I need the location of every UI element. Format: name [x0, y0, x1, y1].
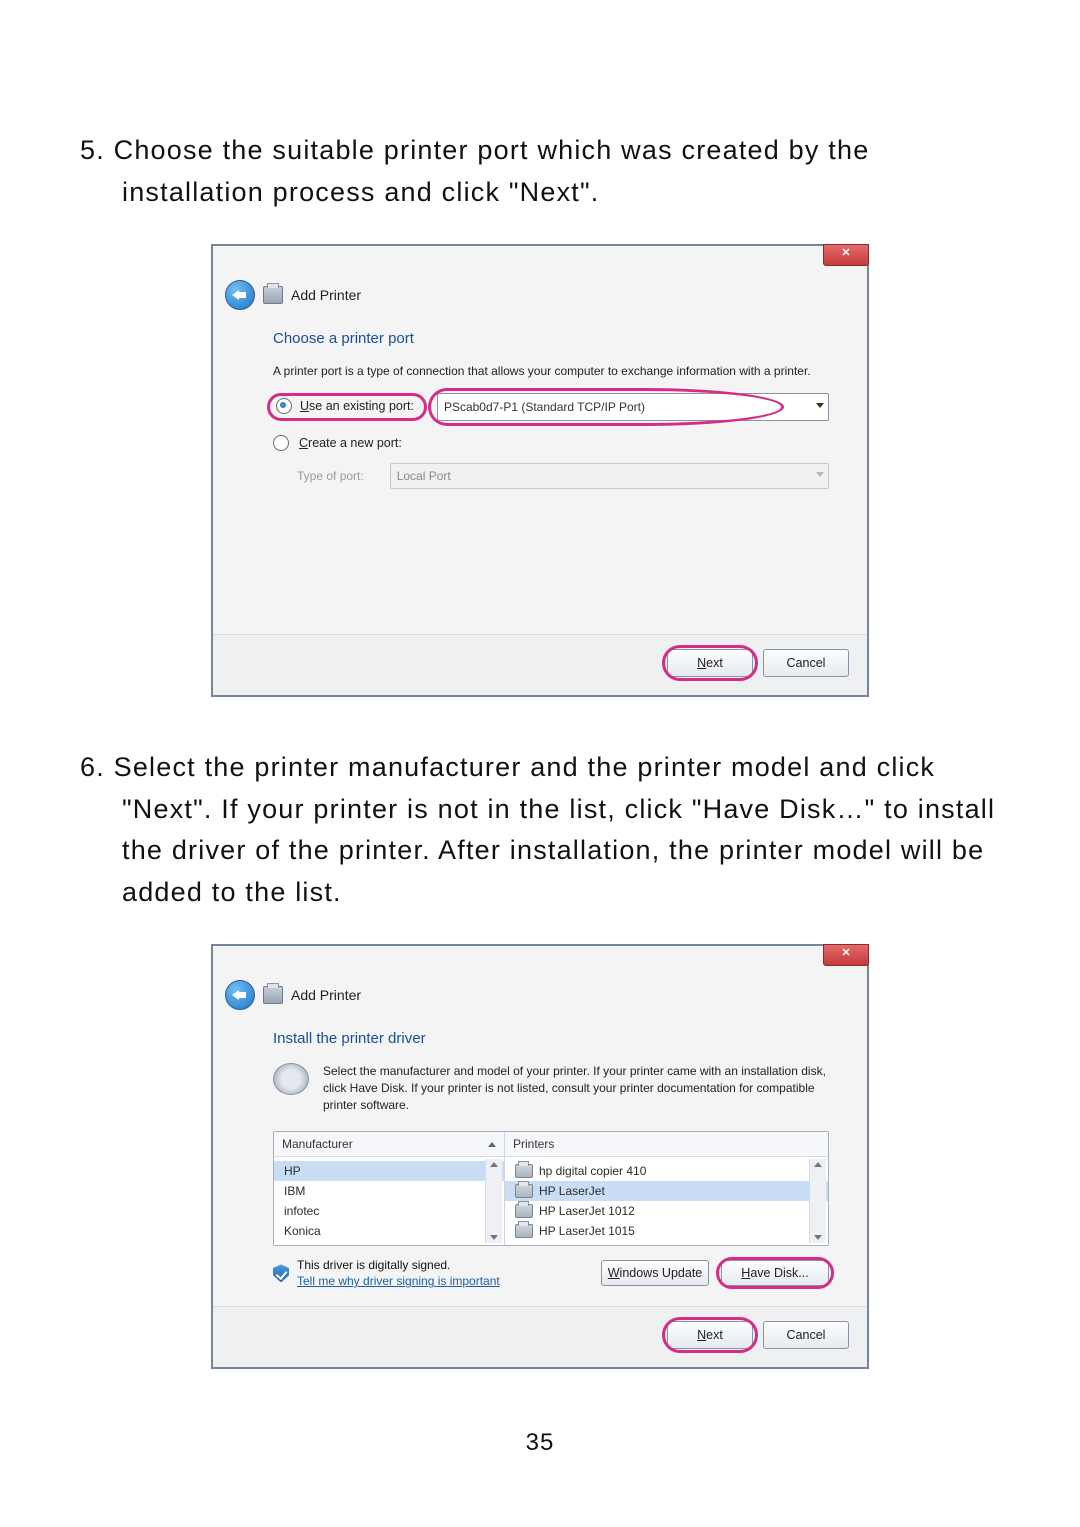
printer-icon — [515, 1204, 533, 1218]
sort-asc-icon — [488, 1142, 496, 1147]
back-icon[interactable] — [225, 980, 255, 1010]
printer-icon — [263, 286, 283, 304]
printers-header[interactable]: Printers — [505, 1132, 828, 1157]
have-disk-button[interactable]: Have Disk... — [721, 1260, 829, 1286]
manufacturer-item[interactable]: IBM — [274, 1181, 504, 1201]
dialog1-title: Add Printer — [291, 287, 361, 303]
disc-icon — [273, 1063, 309, 1095]
type-of-port-select: Local Port — [390, 463, 829, 489]
close-icon[interactable]: ✕ — [823, 944, 869, 966]
manufacturer-item[interactable]: Konica — [274, 1221, 504, 1241]
step-6: 6. Select the printer manufacturer and t… — [80, 747, 1000, 914]
printer-icon — [515, 1184, 533, 1198]
page-number: 35 — [80, 1429, 1000, 1457]
step-5: 5. Choose the suitable printer port whic… — [80, 130, 1000, 214]
printer-item[interactable]: HP LaserJet 1015 — [505, 1221, 828, 1241]
next-button[interactable]: Next — [667, 649, 753, 677]
create-new-port-radio[interactable] — [273, 435, 289, 451]
shield-icon — [273, 1264, 289, 1282]
existing-port-value: PScab0d7-P1 (Standard TCP/IP Port) — [444, 400, 645, 414]
next-button[interactable]: Next — [667, 1321, 753, 1349]
create-new-port-row[interactable]: Create a new port: — [273, 435, 829, 451]
existing-port-select[interactable]: PScab0d7-P1 (Standard TCP/IP Port) — [437, 393, 829, 421]
install-driver-dialog: ✕ Add Printer Install the printer driver… — [211, 944, 869, 1369]
dialog2-title: Add Printer — [291, 987, 361, 1003]
printer-item[interactable]: HP LaserJet 1012 — [505, 1201, 828, 1221]
back-icon[interactable] — [225, 280, 255, 310]
manufacturer-header[interactable]: Manufacturer — [274, 1132, 504, 1157]
printer-item[interactable]: HP LaserJet — [505, 1181, 828, 1201]
step-5-text: Choose the suitable printer port which w… — [114, 135, 870, 207]
step-6-text: Select the printer manufacturer and the … — [114, 752, 996, 908]
printer-item[interactable]: hp digital copier 410 — [505, 1161, 828, 1181]
choose-port-dialog: ✕ Add Printer Choose a printer port A pr… — [211, 244, 869, 697]
type-of-port-value: Local Port — [397, 469, 451, 483]
use-existing-port-row[interactable]: Use an existing port: PScab0d7-P1 (Stand… — [267, 393, 829, 421]
step-5-number: 5. — [80, 135, 114, 165]
dialog2-desc: Select the manufacturer and model of you… — [323, 1063, 829, 1113]
create-new-port-label: Create a new port: — [299, 436, 402, 450]
windows-update-button[interactable]: Windows Update — [601, 1260, 709, 1286]
dialog1-desc: A printer port is a type of connection t… — [273, 363, 829, 380]
dialog2-heading: Install the printer driver — [273, 1030, 829, 1047]
signed-text: This driver is digitally signed. — [297, 1258, 500, 1272]
use-existing-port-radio[interactable] — [276, 398, 292, 414]
manufacturer-item[interactable]: HP — [274, 1161, 504, 1181]
manufacturer-item[interactable]: infotec — [274, 1201, 504, 1221]
printer-icon — [515, 1224, 533, 1238]
driver-picker: Manufacturer HP IBM infotec Konica Print… — [273, 1131, 829, 1246]
cancel-button[interactable]: Cancel — [763, 649, 849, 677]
use-existing-port-label: Use an existing port: — [300, 399, 414, 413]
type-of-port-row: Type of port: Local Port — [273, 463, 829, 489]
chevron-down-icon — [816, 472, 824, 477]
scrollbar[interactable] — [485, 1159, 502, 1243]
close-icon[interactable]: ✕ — [823, 244, 869, 266]
cancel-button[interactable]: Cancel — [763, 1321, 849, 1349]
printer-icon — [263, 986, 283, 1004]
step-6-number: 6. — [80, 752, 114, 782]
chevron-down-icon[interactable] — [816, 403, 824, 408]
printer-icon — [515, 1164, 533, 1178]
type-of-port-label: Type of port: — [297, 469, 364, 483]
dialog1-heading: Choose a printer port — [273, 330, 829, 347]
driver-signing-link[interactable]: Tell me why driver signing is important — [297, 1274, 500, 1288]
scrollbar[interactable] — [809, 1159, 826, 1243]
